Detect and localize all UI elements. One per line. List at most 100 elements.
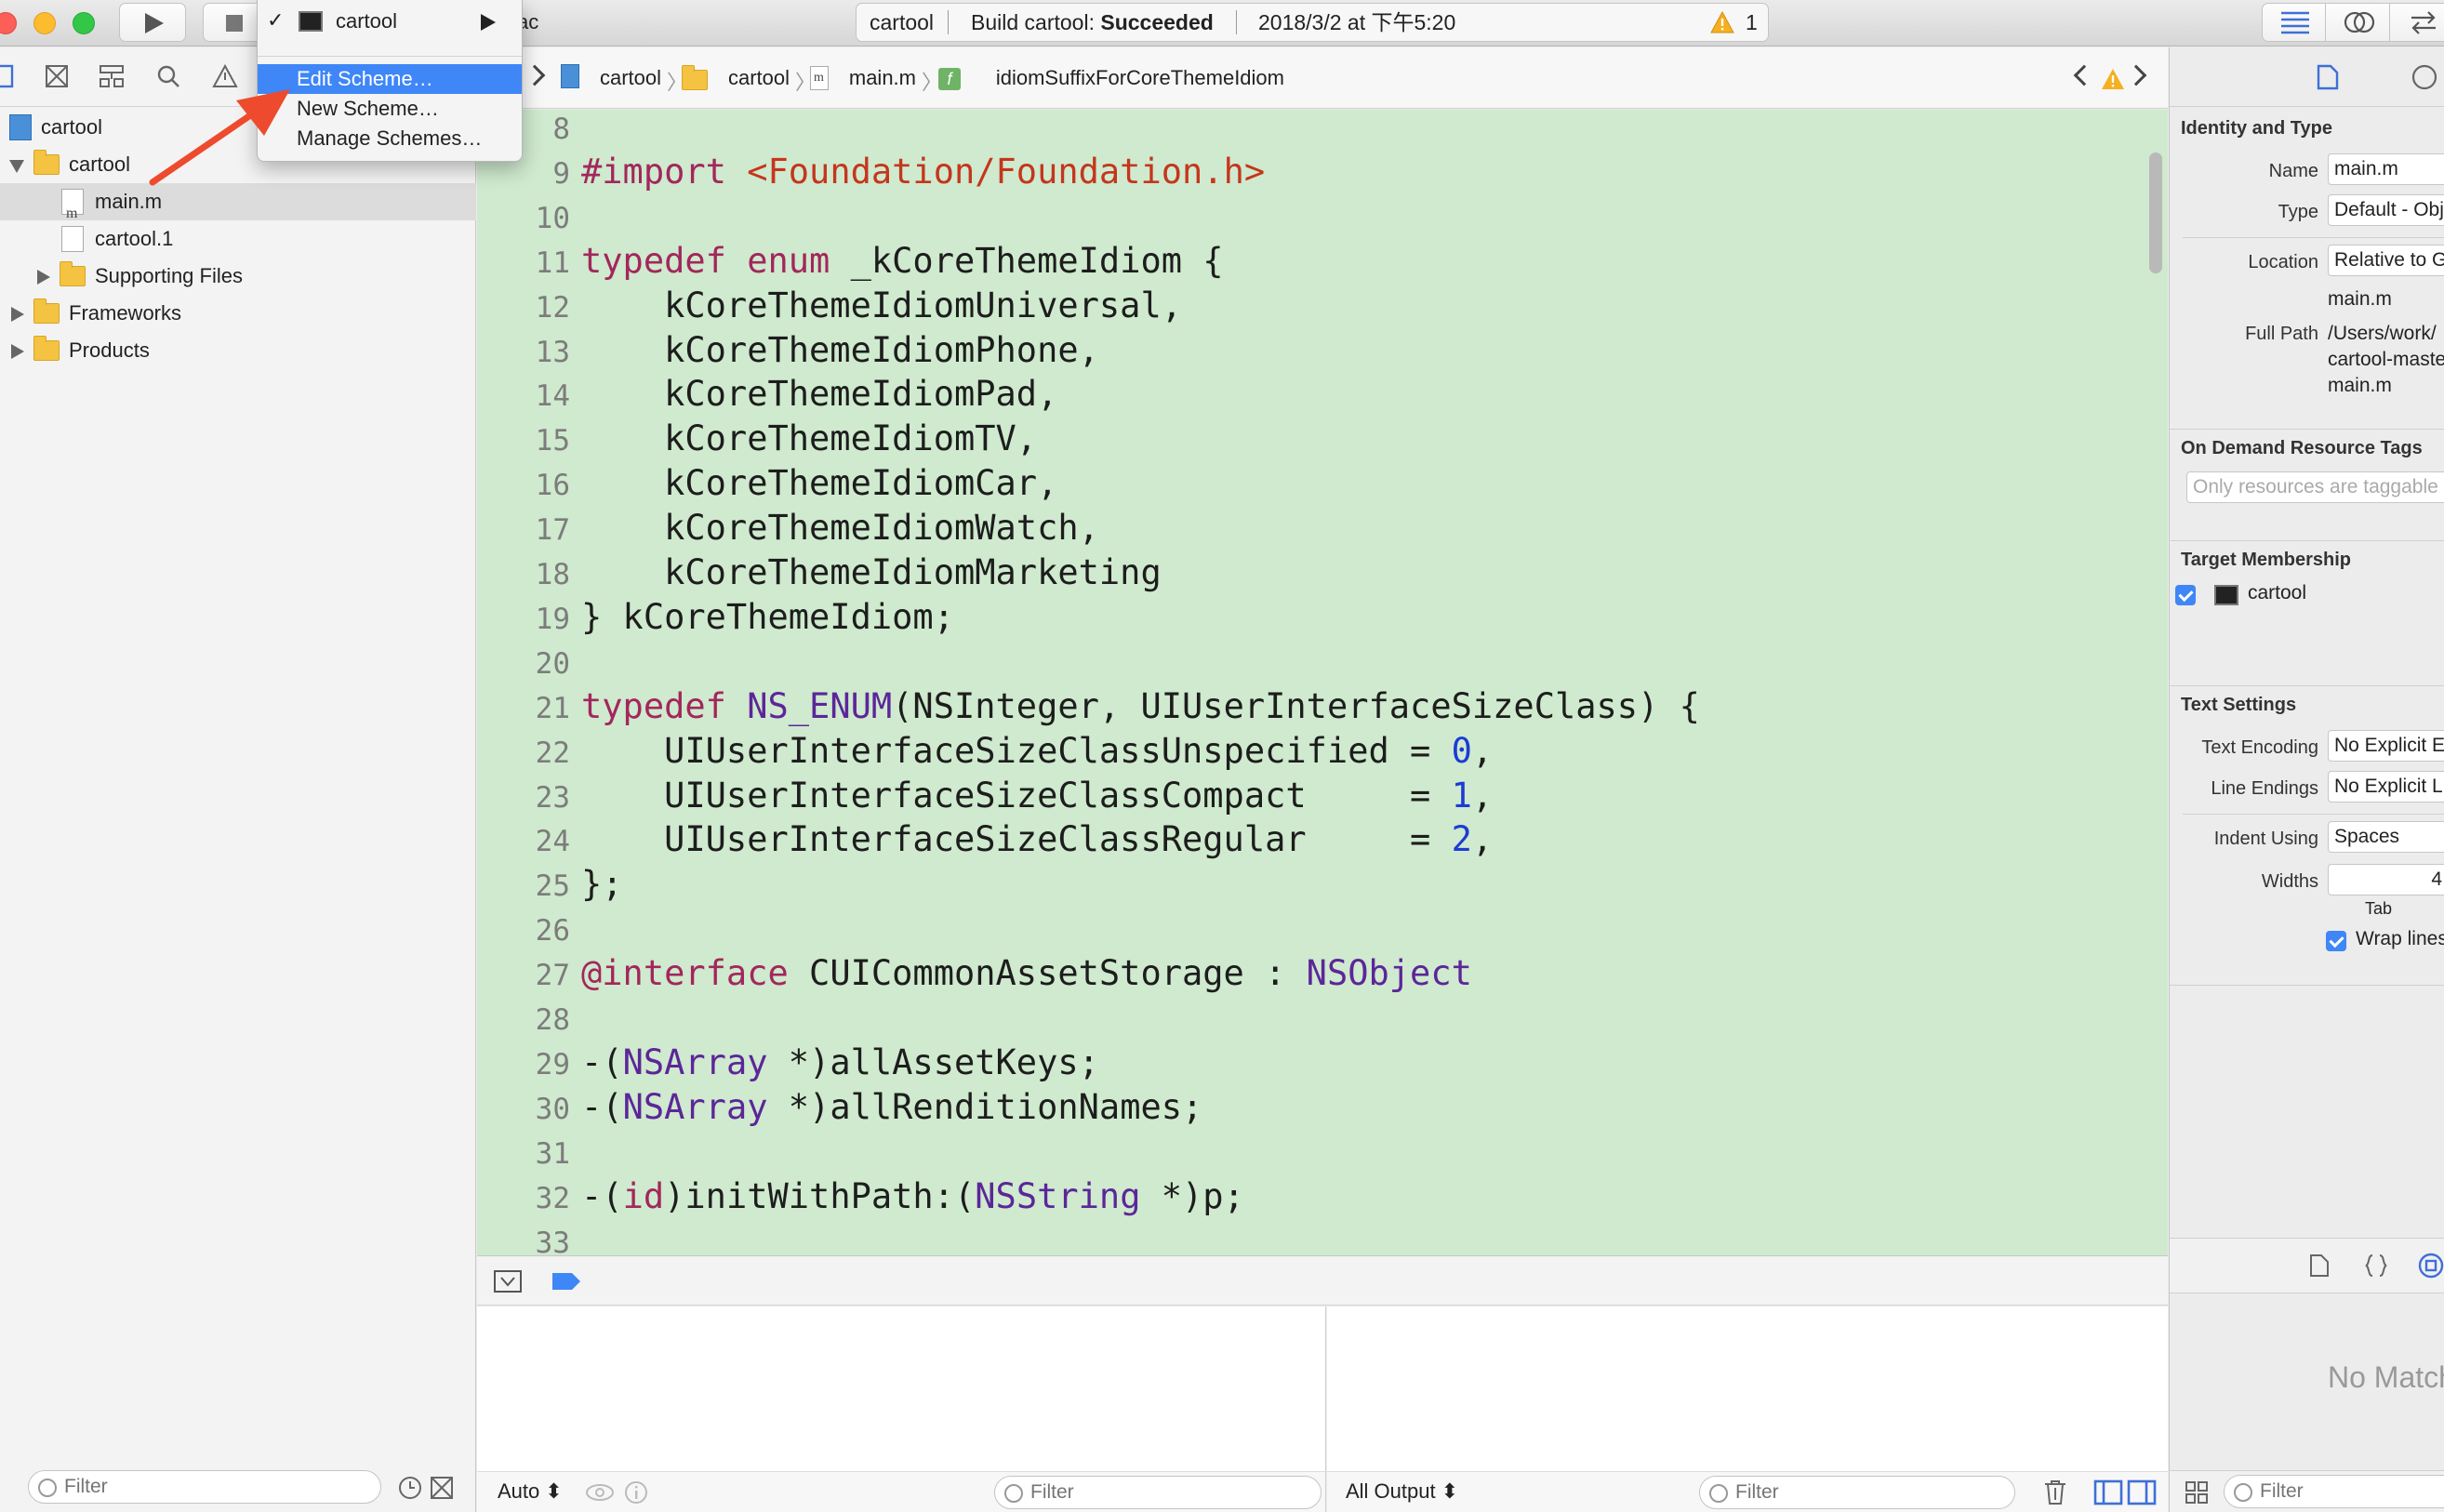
console-filter-input[interactable] — [1735, 1479, 1987, 1506]
code-line[interactable]: @interface CUICommonAssetStorage : NSObj… — [581, 953, 1472, 993]
recent-files-icon[interactable] — [398, 1476, 422, 1500]
variables-filter[interactable] — [994, 1476, 1322, 1509]
tab-width-field[interactable]: 4 — [2328, 864, 2444, 895]
previous-issue-icon[interactable] — [2073, 64, 2095, 86]
line-number[interactable]: 20 — [496, 647, 570, 681]
variables-filter-input[interactable] — [1030, 1479, 1291, 1506]
tree-item-group[interactable]: Supporting Files — [0, 258, 476, 295]
line-number[interactable]: 25 — [496, 869, 570, 903]
console-view[interactable]: All Output ⬍ — [1327, 1306, 2168, 1512]
indent-using-popup[interactable]: Spaces — [2328, 821, 2444, 853]
line-number[interactable]: 31 — [496, 1137, 570, 1171]
odr-tags-field[interactable]: Only resources are taggable — [2186, 471, 2444, 503]
hide-debug-area-icon[interactable] — [494, 1270, 522, 1293]
breakpoint-toggle-icon[interactable] — [551, 1271, 581, 1292]
tree-item-group[interactable]: Products — [0, 332, 476, 369]
navigator-filter[interactable] — [28, 1470, 381, 1504]
line-number[interactable]: 17 — [496, 513, 570, 547]
code-line[interactable]: UIUserInterfaceSizeClassUnspecified = 0, — [581, 731, 1493, 771]
eye-icon[interactable] — [585, 1482, 615, 1503]
info-icon[interactable] — [624, 1480, 648, 1505]
line-number[interactable]: 24 — [496, 825, 570, 858]
standard-editor-button[interactable] — [2263, 4, 2326, 41]
code-line[interactable]: kCoreThemeIdiomPad, — [581, 374, 1057, 414]
library-filter[interactable] — [2224, 1475, 2444, 1508]
window-close-button[interactable] — [0, 12, 17, 34]
line-number[interactable]: 15 — [496, 424, 570, 458]
target-cartool-checkbox[interactable] — [2175, 585, 2196, 605]
assistant-editor-button[interactable] — [2327, 4, 2390, 41]
tree-item-group[interactable]: Frameworks — [0, 295, 476, 332]
object-library-icon[interactable] — [2417, 1252, 2444, 1280]
code-line[interactable]: kCoreThemeIdiomUniversal, — [581, 285, 1182, 325]
trash-icon[interactable] — [2043, 1479, 2067, 1505]
variables-pane-toggle-icon[interactable] — [2093, 1479, 2123, 1505]
console-filter[interactable] — [1699, 1476, 2015, 1509]
line-number[interactable]: 21 — [496, 692, 570, 725]
text-encoding-popup[interactable]: No Explicit Encoding — [2328, 730, 2444, 762]
type-popup[interactable]: Default - Objective-C Source — [2328, 194, 2444, 226]
line-number[interactable]: 33 — [496, 1227, 570, 1256]
line-number[interactable]: 12 — [496, 291, 570, 325]
window-zoom-button[interactable] — [73, 12, 95, 34]
file-template-library-icon[interactable] — [2309, 1253, 2330, 1278]
breadcrumb-project[interactable]: cartool — [600, 66, 661, 90]
line-number[interactable]: 32 — [496, 1182, 570, 1215]
breadcrumb-function[interactable]: idiomSuffixForCoreThemeIdiom — [996, 66, 1284, 90]
line-number[interactable]: 22 — [496, 736, 570, 770]
grid-view-icon[interactable] — [2185, 1480, 2209, 1505]
disclosure-triangle-icon[interactable] — [11, 307, 24, 322]
disclosure-triangle-icon[interactable] — [37, 270, 50, 285]
line-number[interactable]: 26 — [496, 914, 570, 948]
scheme-item-cartool[interactable]: ✓ cartool — [258, 0, 522, 45]
code-line[interactable]: kCoreThemeIdiomPhone, — [581, 330, 1099, 370]
line-number[interactable]: 18 — [496, 558, 570, 591]
editor-scrollbar[interactable] — [2149, 153, 2162, 273]
project-navigator-icon[interactable] — [0, 64, 15, 88]
code-line[interactable]: typedef enum _kCoreThemeIdiom { — [581, 241, 1224, 281]
console-output-popup[interactable]: All Output ⬍ — [1346, 1479, 1458, 1504]
code-line[interactable]: UIUserInterfaceSizeClassCompact = 1, — [581, 776, 1493, 816]
scm-filter-icon[interactable] — [430, 1476, 454, 1500]
code-snippet-library-icon[interactable] — [2365, 1253, 2387, 1278]
line-number[interactable]: 27 — [496, 959, 570, 992]
line-number[interactable]: 30 — [496, 1093, 570, 1126]
line-number[interactable]: 19 — [496, 603, 570, 636]
code-line[interactable]: UIUserInterfaceSizeClassRegular = 2, — [581, 819, 1493, 859]
run-button[interactable] — [119, 3, 186, 42]
variables-scope-popup[interactable]: Auto ⬍ — [498, 1479, 563, 1504]
window-minimize-button[interactable] — [33, 12, 56, 34]
forward-chevron-icon[interactable] — [524, 64, 546, 86]
code-line[interactable]: -(NSArray *)allAssetKeys; — [581, 1042, 1099, 1082]
hierarchy-navigator-icon[interactable] — [99, 64, 125, 88]
navigator-filter-input[interactable] — [64, 1473, 346, 1501]
file-inspector-icon[interactable] — [2317, 64, 2339, 90]
code-line[interactable]: #import <Foundation/Foundation.h> — [581, 152, 1265, 192]
line-number[interactable]: 13 — [496, 336, 570, 369]
line-number[interactable]: 28 — [496, 1003, 570, 1037]
name-field[interactable]: main.m — [2328, 153, 2444, 185]
line-number[interactable]: 29 — [496, 1048, 570, 1081]
code-line[interactable]: }; — [581, 864, 623, 904]
code-line[interactable]: kCoreThemeIdiomTV, — [581, 418, 1037, 458]
code-line[interactable]: -(NSArray *)allRenditionNames; — [581, 1087, 1202, 1127]
code-line[interactable]: } kCoreThemeIdiom; — [581, 597, 954, 637]
code-line[interactable]: typedef NS_ENUM(NSInteger, UIUserInterfa… — [581, 686, 1700, 726]
library-filter-input[interactable] — [2260, 1478, 2444, 1505]
line-number[interactable]: 9 — [496, 157, 570, 191]
wrap-lines-checkbox[interactable] — [2326, 931, 2346, 951]
quick-help-icon[interactable] — [2411, 64, 2439, 90]
next-issue-icon[interactable] — [2125, 64, 2147, 86]
symbol-navigator-icon[interactable] — [45, 64, 69, 88]
location-popup[interactable]: Relative to Group — [2328, 245, 2444, 276]
console-pane-toggle-icon[interactable] — [2127, 1479, 2157, 1505]
line-number[interactable]: 16 — [496, 469, 570, 502]
warning-icon[interactable] — [2101, 68, 2125, 90]
line-number[interactable]: 11 — [496, 246, 570, 280]
code-line[interactable]: kCoreThemeIdiomCar, — [581, 463, 1057, 503]
source-editor[interactable]: 8 9 #import <Foundation/Foundation.h> 10 11 t… — [477, 110, 2168, 1255]
code-line[interactable]: -(id)initWithPath:(NSString *)p; — [581, 1176, 1244, 1216]
version-editor-button[interactable] — [2391, 4, 2444, 41]
line-endings-popup[interactable]: No Explicit Line Endings — [2328, 771, 2444, 802]
line-number[interactable]: 23 — [496, 781, 570, 815]
